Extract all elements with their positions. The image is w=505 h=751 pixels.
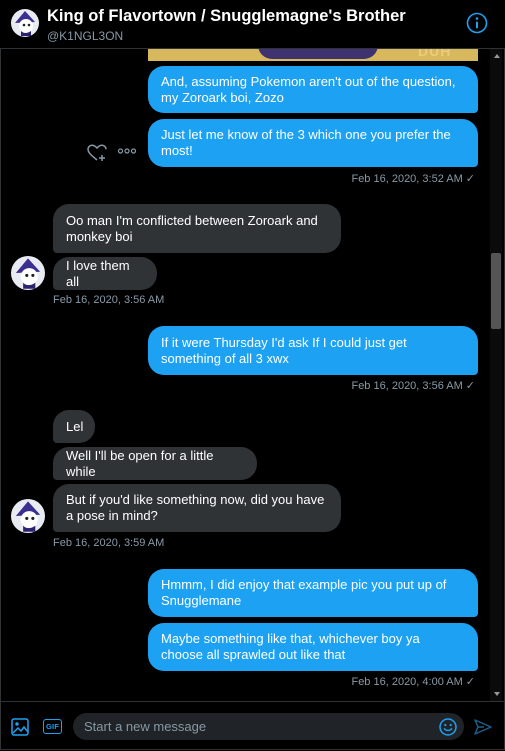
outgoing-message[interactable]: Hmmm, I did enjoy that example pic you p…: [148, 569, 478, 617]
message-timestamp: Feb 16, 2020, 4:00 AM ✓: [351, 676, 475, 688]
sender-avatar[interactable]: [11, 499, 45, 533]
conversation-header: King of Flavortown / Snugglemagne's Brot…: [0, 0, 505, 49]
message-thread[interactable]: DUH And, assuming Pokemon aren't out of …: [0, 49, 505, 701]
incoming-message[interactable]: But if you'd like something now, did you…: [53, 484, 341, 532]
heart-plus-icon[interactable]: [87, 144, 107, 162]
sender-avatar[interactable]: [11, 256, 45, 290]
message-text: If it were Thursday I'd ask If I could j…: [161, 334, 407, 366]
message-text: Well I'll be open for a little while: [66, 447, 214, 479]
more-icon[interactable]: [117, 146, 137, 156]
outgoing-message[interactable]: And, assuming Pokemon aren't out of the …: [148, 66, 478, 113]
contact-avatar[interactable]: [11, 9, 39, 37]
message-text: And, assuming Pokemon aren't out of the …: [161, 73, 456, 105]
incoming-message[interactable]: Oo man I'm conflicted between Zoroark an…: [53, 204, 341, 253]
message-composer: GIF: [0, 701, 505, 751]
emoji-icon[interactable]: [439, 718, 457, 736]
message-timestamp: Feb 16, 2020, 3:56 AM ✓: [351, 380, 475, 392]
conversation-title: King of Flavortown / Snugglemagne's Brot…: [47, 7, 406, 25]
message-text: But if you'd like something now, did you…: [66, 492, 325, 523]
info-icon[interactable]: [466, 12, 488, 34]
contact-handle[interactable]: @K1NGL3ON: [47, 29, 123, 43]
message-timestamp: Feb 16, 2020, 3:56 AM: [53, 294, 165, 306]
scroll-up-arrow-icon[interactable]: [494, 54, 500, 58]
read-receipt-icon: ✓: [465, 173, 475, 185]
message-text: Lel: [66, 418, 84, 434]
image-icon[interactable]: [11, 718, 29, 736]
message-text: Oo man I'm conflicted between Zoroark an…: [66, 212, 318, 244]
message-text: Hmmm, I did enjoy that example pic you p…: [161, 577, 447, 608]
read-receipt-icon: ✓: [465, 380, 475, 392]
outgoing-message[interactable]: Just let me know of the 3 which one you …: [148, 119, 478, 167]
message-text: I love them all: [66, 257, 130, 289]
shared-image-preview[interactable]: DUH: [148, 49, 478, 61]
incoming-message[interactable]: I love them all: [53, 257, 157, 290]
read-receipt-icon: ✓: [465, 676, 475, 688]
message-timestamp: Feb 16, 2020, 3:52 AM ✓: [351, 173, 475, 185]
scrollbar-thumb[interactable]: [491, 253, 501, 329]
send-icon[interactable]: [474, 719, 492, 735]
incoming-message[interactable]: Well I'll be open for a little while: [53, 447, 257, 480]
incoming-message[interactable]: Lel: [53, 410, 95, 443]
message-text: Just let me know of the 3 which one you …: [161, 127, 451, 158]
message-timestamp: Feb 16, 2020, 3:59 AM: [53, 537, 165, 549]
message-input[interactable]: [73, 713, 464, 740]
gif-label: GIF: [45, 722, 60, 731]
thread-scrollbar[interactable]: [490, 49, 502, 701]
scroll-down-arrow-icon[interactable]: [494, 692, 500, 696]
image-overlay-text: DUH: [418, 49, 452, 59]
outgoing-message[interactable]: Maybe something like that, whichever boy…: [148, 623, 478, 671]
message-text: Maybe something like that, whichever boy…: [161, 631, 420, 662]
gif-icon[interactable]: GIF: [43, 719, 62, 734]
outgoing-message[interactable]: If it were Thursday I'd ask If I could j…: [148, 326, 478, 375]
